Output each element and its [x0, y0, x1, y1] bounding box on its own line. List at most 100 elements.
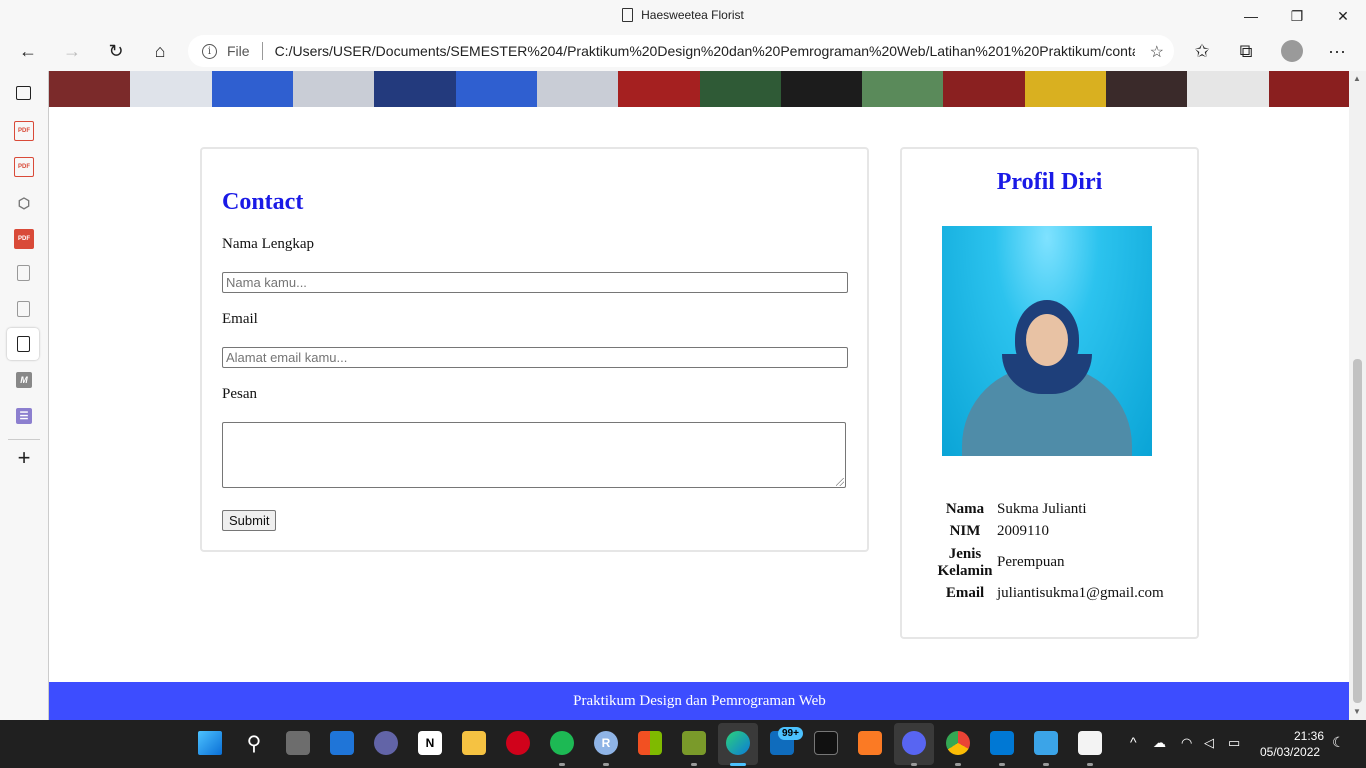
vscode-icon[interactable] [990, 731, 1014, 755]
vertical-tabs-sidebar: PDF PDF ⬡ PDF M ☰ + [0, 71, 48, 720]
banner-photo-strip [130, 71, 212, 107]
tab-pdf-3[interactable]: PDF [14, 229, 34, 249]
show-hidden-icons-icon[interactable]: ^ [1130, 734, 1137, 750]
chrome-icon[interactable] [946, 731, 970, 755]
discord-running-indicator [911, 763, 917, 766]
profile-key: Nama [945, 501, 985, 517]
favorites-icon[interactable]: ✩ [1185, 34, 1219, 68]
home-button[interactable]: ⌂ [143, 34, 177, 68]
document-icon [622, 8, 634, 22]
r-running-indicator [603, 763, 609, 766]
profile-value: Perempuan [997, 554, 1065, 570]
add-favorite-icon[interactable]: ☆ [1150, 42, 1164, 62]
contact-heading: Contact [222, 189, 304, 215]
profile-value: juliantisukma1@gmail.com [997, 585, 1164, 601]
banner-photo-strip [292, 71, 375, 107]
profile-card: Profil Diri Nama Sukma Julianti NIM 2009… [900, 147, 1199, 639]
profile-avatar[interactable] [1281, 40, 1303, 62]
refresh-button[interactable]: ↻ [99, 34, 133, 68]
tab-m-icon[interactable]: M [16, 372, 32, 388]
task-view-icon[interactable] [286, 731, 310, 755]
notion-icon[interactable]: N [418, 731, 442, 755]
clock-date[interactable]: 05/03/2022 [1260, 745, 1320, 759]
tab-file-active[interactable] [17, 336, 30, 352]
email-input[interactable]: Alamat email kamu... [222, 347, 848, 368]
address-bar[interactable]: i File C:/Users/USER/Documents/SEMESTER%… [188, 35, 1174, 67]
chat-icon[interactable] [374, 731, 398, 755]
tab-actions-icon[interactable] [16, 86, 31, 100]
message-textarea[interactable] [222, 422, 846, 488]
widgets-icon[interactable] [330, 731, 354, 755]
scrollbar-thumb[interactable] [1353, 359, 1362, 703]
scroll-down-icon[interactable]: ▼ [1353, 707, 1361, 716]
spotify-running-indicator [559, 763, 565, 766]
url-text[interactable]: C:/Users/USER/Documents/SEMESTER%204/Pra… [275, 43, 1135, 59]
sidebar-divider [8, 439, 40, 440]
banner-photo-strip [536, 71, 619, 107]
xampp-icon[interactable] [858, 731, 882, 755]
forward-button[interactable]: → [55, 34, 89, 68]
banner-photo-strip [618, 71, 700, 107]
scroll-up-icon[interactable]: ▲ [1353, 74, 1361, 83]
banner-photo-strip [862, 71, 944, 107]
document-running-indicator [1087, 763, 1093, 766]
file-explorer-icon[interactable] [462, 731, 486, 755]
tab-file-1[interactable] [17, 265, 30, 281]
start-button-icon[interactable] [198, 731, 222, 755]
browser-toolbar: ← → ↻ ⌂ i File C:/Users/USER/Documents/S… [0, 32, 1366, 71]
terminal-icon[interactable] [814, 731, 838, 755]
chrome-running-indicator [955, 763, 961, 766]
notepad-plus-icon[interactable] [682, 731, 706, 755]
profile-heading: Profil Diri [996, 169, 1103, 195]
opera-icon[interactable] [506, 731, 530, 755]
site-info-icon[interactable]: i [202, 43, 217, 59]
volume-icon[interactable]: ◁ [1204, 735, 1214, 751]
header-banner-image [49, 71, 1349, 107]
resize-grip-icon[interactable] [836, 478, 844, 486]
banner-photo-strip [455, 71, 537, 107]
profile-value: Sukma Julianti [997, 501, 1087, 517]
edge-icon[interactable] [726, 731, 750, 755]
contact-card: Contact Nama Lengkap Nama kamu... Email … [200, 147, 869, 552]
maximize-button[interactable]: ❐ [1274, 0, 1320, 32]
minimize-button[interactable]: — [1228, 0, 1274, 32]
tab-list-icon[interactable]: ☰ [16, 408, 32, 424]
discord-icon[interactable] [902, 731, 926, 755]
clock-time[interactable]: 21:36 [1294, 729, 1324, 743]
r-app-icon[interactable]: R [594, 731, 618, 755]
name-input[interactable]: Nama kamu... [222, 272, 848, 293]
notifications-icon[interactable]: ☾ [1332, 734, 1345, 751]
profile-key: Jenis Kelamin [937, 546, 993, 579]
notepad-icon[interactable] [1034, 731, 1058, 755]
message-label: Pesan [222, 386, 257, 402]
banner-photo-strip [1268, 71, 1349, 107]
notepadpp-running-indicator [691, 763, 697, 766]
microsoft-store-icon[interactable] [638, 731, 662, 755]
submit-button[interactable]: Submit [222, 510, 277, 531]
tab-file-2[interactable] [17, 301, 30, 317]
banner-photo-strip [1106, 71, 1188, 107]
search-icon[interactable]: ⚲ [242, 731, 266, 755]
tab-codepen-icon[interactable]: ⬡ [14, 193, 34, 213]
new-tab-button[interactable]: + [14, 445, 34, 470]
document-app-icon[interactable] [1078, 731, 1102, 755]
battery-icon[interactable]: ▭ [1228, 735, 1240, 751]
profile-key: Email [945, 585, 985, 601]
banner-photo-strip [211, 71, 293, 107]
tab-pdf-1[interactable]: PDF [14, 121, 34, 141]
banner-photo-strip [1187, 71, 1269, 107]
settings-more-button[interactable]: ··· [1320, 34, 1354, 68]
onedrive-icon[interactable]: ☁ [1153, 735, 1166, 751]
windows-taskbar: ⚲ N R ^ ☁ ◠ ◁ ▭ 21:36 05/03/2022 ☾ [0, 720, 1366, 768]
wifi-icon[interactable]: ◠ [1181, 735, 1192, 751]
spotify-icon[interactable] [550, 731, 574, 755]
url-separator [261, 42, 263, 60]
back-button[interactable]: ← [11, 34, 45, 68]
tab-pdf-2[interactable]: PDF [14, 157, 34, 177]
close-button[interactable]: ✕ [1320, 0, 1366, 32]
banner-photo-strip [943, 71, 1025, 107]
collections-icon[interactable]: ⧉ [1229, 34, 1263, 68]
window-title: Haesweetea Florist [0, 8, 1366, 22]
profile-value: 2009110 [997, 523, 1049, 539]
page-scrollbar[interactable]: ▲ ▼ [1349, 71, 1366, 720]
